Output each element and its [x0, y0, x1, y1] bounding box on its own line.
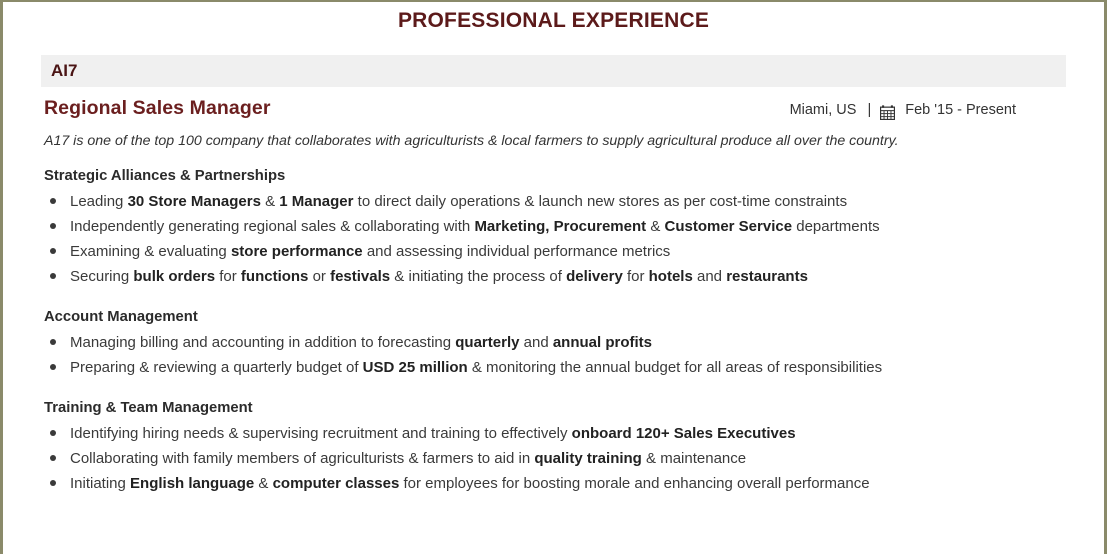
bullet-emphasis: Marketing, Procurement: [474, 218, 647, 235]
experience-blocks: Strategic Alliances & Partnerships Leadin…: [3, 168, 1104, 496]
resume-page: PROFESSIONAL EXPERIENCE AI7 Regional Sal…: [0, 0, 1107, 554]
bullet-text: for: [215, 268, 241, 285]
bullet-emphasis: delivery: [566, 268, 623, 285]
bullet-emphasis: English language: [130, 475, 255, 492]
page-title: PROFESSIONAL EXPERIENCE: [397, 9, 710, 32]
calendar-icon: [880, 104, 896, 120]
bullet-emphasis: onboard 120+ Sales Executives: [571, 425, 796, 442]
bullet-text: to direct daily operations & launch new …: [353, 193, 848, 210]
bullet-text: & initiating the process of: [390, 268, 567, 285]
role-row: Regional Sales Manager Miami, US | Feb '…: [44, 97, 1016, 120]
bullet-dot-icon: [50, 364, 56, 370]
bullet-text: Securing: [70, 268, 134, 285]
experience-block: Training & Team Management Identifying hi…: [44, 400, 1063, 496]
bullet-item: Securing bulk orders for functions or fe…: [44, 264, 1063, 289]
bullet-item: Examining & evaluating store performance…: [44, 239, 1063, 264]
bullet-item: Collaborating with family members of agr…: [44, 446, 1063, 471]
bullet-emphasis: bulk orders: [133, 268, 216, 285]
bullet-emphasis: quality training: [534, 450, 642, 467]
bullet-text: Preparing & reviewing a quarterly budget…: [70, 359, 363, 376]
bullet-emphasis: festivals: [330, 268, 391, 285]
bullet-dot-icon: [50, 480, 56, 486]
bullet-emphasis: quarterly: [455, 334, 520, 351]
bullet-text: and assessing individual performance met…: [362, 243, 671, 260]
block-heading: Strategic Alliances & Partnerships: [44, 168, 286, 184]
bullet-text: &: [646, 218, 665, 235]
company-header-bar: AI7: [41, 55, 1066, 87]
bullet-text: Collaborating with family members of agr…: [70, 450, 535, 467]
block-heading: Training & Team Management: [44, 400, 253, 416]
bullet-text: and: [692, 268, 727, 285]
bullet-text: Independently generating regional sales …: [70, 218, 475, 235]
bullet-text: Managing billing and accounting in addit…: [70, 334, 456, 351]
bullet-emphasis: 30 Store Managers: [127, 193, 261, 210]
bullet-emphasis: USD 25 million: [362, 359, 468, 376]
role-meta: Miami, US | Feb '15 - Present: [789, 102, 1016, 120]
bullet-dot-icon: [50, 248, 56, 254]
experience-block: Account Management Managing billing and a…: [44, 309, 1063, 380]
bullet-text: and: [519, 334, 553, 351]
employment-dates: Feb '15 - Present: [905, 102, 1016, 118]
bullet-dot-icon: [50, 198, 56, 204]
bullet-emphasis: annual profits: [552, 334, 653, 351]
company-name: AI7: [51, 61, 78, 80]
experience-block: Strategic Alliances & Partnerships Leadin…: [44, 168, 1063, 289]
bullet-dot-icon: [50, 223, 56, 229]
bullet-item: Leading 30 Store Managers & 1 Manager to…: [44, 189, 1063, 214]
bullet-list: Leading 30 Store Managers & 1 Manager to…: [44, 189, 1063, 289]
bullet-emphasis: functions: [240, 268, 309, 285]
bullet-text: & monitoring the annual budget for all a…: [467, 359, 883, 376]
bullet-text: for: [622, 268, 649, 285]
bullet-text: Initiating: [70, 475, 131, 492]
bullet-emphasis: 1 Manager: [279, 193, 354, 210]
block-heading: Account Management: [44, 309, 198, 325]
meta-separator: |: [867, 102, 872, 118]
bullet-text: & maintenance: [641, 450, 747, 467]
company-description: A17 is one of the top 100 company that c…: [44, 133, 899, 149]
bullet-text: for employees for boosting morale and en…: [399, 475, 870, 492]
job-location: Miami, US: [789, 102, 857, 118]
bullet-emphasis: computer classes: [272, 475, 400, 492]
bullet-item: Independently generating regional sales …: [44, 214, 1063, 239]
bullet-text: Identifying hiring needs & supervising r…: [70, 425, 572, 442]
bullet-dot-icon: [50, 273, 56, 279]
bullet-text: or: [308, 268, 331, 285]
bullet-item: Initiating English language & computer c…: [44, 471, 1063, 496]
bullet-item: Preparing & reviewing a quarterly budget…: [44, 355, 1063, 380]
bullet-dot-icon: [50, 430, 56, 436]
bullet-text: Examining & evaluating: [70, 243, 231, 260]
bullet-item: Managing billing and accounting in addit…: [44, 330, 1063, 355]
bullet-item: Identifying hiring needs & supervising r…: [44, 421, 1063, 446]
bullet-emphasis: store performance: [230, 243, 363, 260]
bullet-dot-icon: [50, 339, 56, 345]
bullet-dot-icon: [50, 455, 56, 461]
bullet-emphasis: hotels: [648, 268, 693, 285]
job-title: Regional Sales Manager: [44, 97, 271, 119]
bullet-emphasis: restaurants: [726, 268, 808, 285]
bullet-list: Managing billing and accounting in addit…: [44, 330, 1063, 380]
bullet-text: &: [260, 193, 280, 210]
bullet-text: departments: [792, 218, 880, 235]
bullet-list: Identifying hiring needs & supervising r…: [44, 421, 1063, 496]
bullet-text: &: [254, 475, 273, 492]
bullet-emphasis: Customer Service: [664, 218, 793, 235]
bullet-text: Leading: [70, 193, 128, 210]
